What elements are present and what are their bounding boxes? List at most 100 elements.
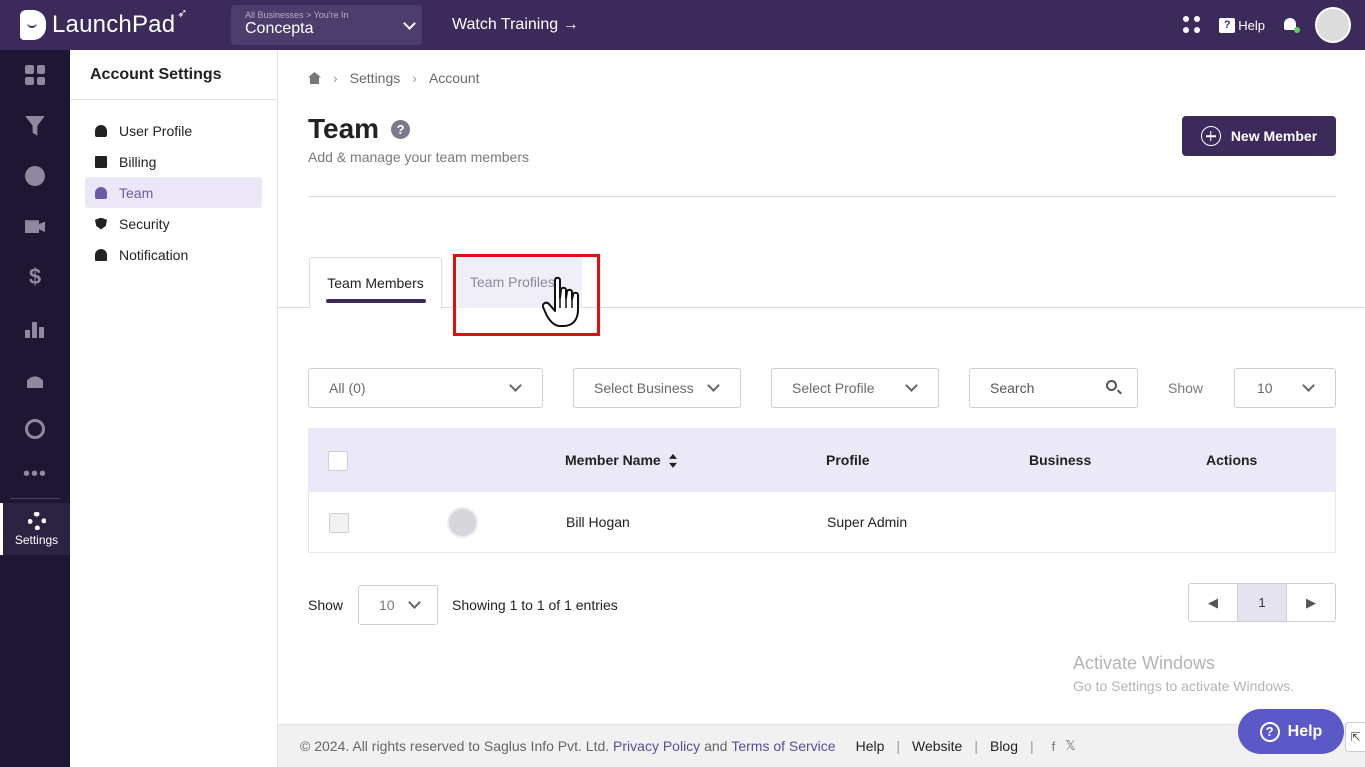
x-icon[interactable]: 𝕏 [1065, 738, 1075, 754]
rail-settings-label: Settings [14, 532, 59, 547]
rail-item-settings[interactable]: Settings [0, 503, 70, 555]
tab-label: Team Members [327, 275, 424, 291]
gauge-icon [25, 418, 45, 439]
select-all-checkbox[interactable] [328, 451, 348, 471]
breadcrumb-separator-icon: › [333, 70, 338, 86]
chevron-down-icon [509, 379, 522, 392]
status-filter-dropdown[interactable]: All (0) [308, 368, 543, 408]
row-checkbox[interactable] [329, 513, 349, 533]
column-header-label: Member Name [565, 451, 661, 468]
footer-help-link[interactable]: Help [856, 738, 885, 754]
help-chat-button[interactable]: ? Help [1238, 709, 1344, 754]
new-member-button[interactable]: New Member [1182, 116, 1336, 156]
next-page-button[interactable]: ▶ [1287, 584, 1335, 621]
launchpad-logo-icon [20, 10, 46, 40]
show-label: Show [1168, 380, 1204, 396]
breadcrumb-settings[interactable]: Settings [350, 70, 401, 86]
footer-blog-link[interactable]: Blog [990, 738, 1018, 754]
business-selector-meta: All Businesses > You're In [245, 10, 349, 20]
rail-item-analytics[interactable] [0, 303, 70, 354]
icon-rail: $ ••• Settings [0, 50, 70, 767]
rocket-icon: ➶ [177, 6, 188, 20]
sidebar-item-billing[interactable]: Billing [85, 146, 262, 177]
profile-filter-dropdown[interactable]: Select Profile [771, 368, 939, 408]
video-icon [25, 220, 45, 234]
help-icon: ? [1219, 17, 1236, 33]
funnel-icon [25, 115, 45, 136]
search-input[interactable]: Search [969, 368, 1138, 408]
settings-sidebar: Account Settings User Profile Billing Te… [70, 50, 278, 767]
bottom-page-size-value: 10 [379, 597, 395, 613]
sidebar-item-label: User Profile [119, 122, 193, 139]
search-placeholder: Search [990, 380, 1035, 396]
sidebar-item-label: Notification [119, 246, 189, 263]
apps-grid-icon[interactable] [1183, 16, 1201, 34]
table-row: Bill Hogan Super Admin [308, 492, 1336, 553]
chevron-down-icon [707, 379, 720, 392]
footer-separator: | [974, 738, 978, 754]
business-selector[interactable]: All Businesses > You're In Concepta [231, 5, 422, 45]
privacy-policy-link[interactable]: Privacy Policy [613, 738, 700, 754]
rail-item-contacts[interactable] [0, 353, 70, 404]
terms-link[interactable]: Terms of Service [731, 738, 835, 754]
chevron-down-icon [1302, 379, 1315, 392]
settings-sidebar-title: Account Settings [70, 50, 277, 100]
rail-item-video[interactable] [0, 202, 70, 253]
user-icon [95, 124, 107, 137]
expand-icon[interactable]: ⇱ [1345, 722, 1365, 752]
tab-active-indicator [326, 299, 426, 303]
brand[interactable]: LaunchPad ➶ [20, 6, 220, 40]
main-content: › Settings › Account Team ? Add & manage… [278, 50, 1365, 724]
rail-item-funnels[interactable] [0, 101, 70, 152]
help-link[interactable]: ? Help [1219, 17, 1265, 33]
tab-team-members[interactable]: Team Members [309, 257, 442, 308]
rail-item-websites[interactable] [0, 151, 70, 202]
bell-icon [95, 248, 107, 261]
footer-website-link[interactable]: Website [912, 738, 962, 754]
sidebar-item-security[interactable]: Security [85, 208, 262, 239]
brand-name: LaunchPad [52, 11, 176, 38]
home-icon[interactable] [308, 72, 321, 84]
facebook-icon[interactable]: f [1052, 739, 1056, 754]
watermark-line-2: Go to Settings to activate Windows. [1073, 678, 1294, 694]
page-size-dropdown[interactable]: 10 [1234, 368, 1336, 408]
sidebar-item-notification[interactable]: Notification [85, 239, 262, 270]
watch-training-link[interactable]: Watch Training → [452, 16, 579, 34]
status-filter-value: All (0) [329, 380, 366, 396]
member-name-cell: Bill Hogan [566, 514, 630, 530]
profile-cell: Super Admin [827, 514, 908, 530]
prev-page-button[interactable]: ◀ [1189, 584, 1237, 621]
column-header-actions: Actions [1206, 452, 1258, 468]
plus-circle-icon [1200, 126, 1221, 146]
page-size-value: 10 [1257, 380, 1273, 396]
breadcrumb-account[interactable]: Account [429, 70, 480, 86]
search-icon[interactable] [1106, 380, 1117, 391]
sidebar-item-team[interactable]: Team [85, 177, 262, 208]
bottom-page-size-dropdown[interactable]: 10 [358, 585, 438, 625]
new-member-label: New Member [1230, 128, 1318, 144]
footer-separator: | [896, 738, 901, 754]
rail-divider [10, 498, 60, 499]
rail-item-reports[interactable] [0, 404, 70, 455]
footer-and: and [704, 738, 728, 754]
business-selector-name: Concepta [245, 20, 314, 37]
users-icon [27, 376, 43, 389]
avatar [447, 507, 478, 538]
sidebar-item-user-profile[interactable]: User Profile [85, 115, 262, 146]
help-icon: ? [1259, 721, 1280, 742]
column-header-member-name[interactable]: Member Name [565, 451, 677, 469]
page-1-button[interactable]: 1 [1237, 584, 1287, 621]
sort-icon [668, 454, 677, 469]
rail-item-payments[interactable]: $ [0, 252, 70, 303]
rail-item-more[interactable]: ••• [0, 454, 70, 494]
question-icon[interactable]: ? [391, 119, 411, 139]
rail-item-dashboard[interactable] [0, 50, 70, 101]
top-bar: LaunchPad ➶ All Businesses > You're In C… [0, 0, 1365, 50]
user-avatar[interactable] [1315, 7, 1351, 43]
business-filter-dropdown[interactable]: Select Business [573, 368, 741, 408]
gear-icon [27, 511, 46, 530]
notification-bell-icon[interactable] [1283, 17, 1300, 33]
bottom-show-label: Show [308, 597, 344, 613]
dollar-icon: $ [28, 264, 42, 290]
dashboard-icon [25, 65, 45, 86]
